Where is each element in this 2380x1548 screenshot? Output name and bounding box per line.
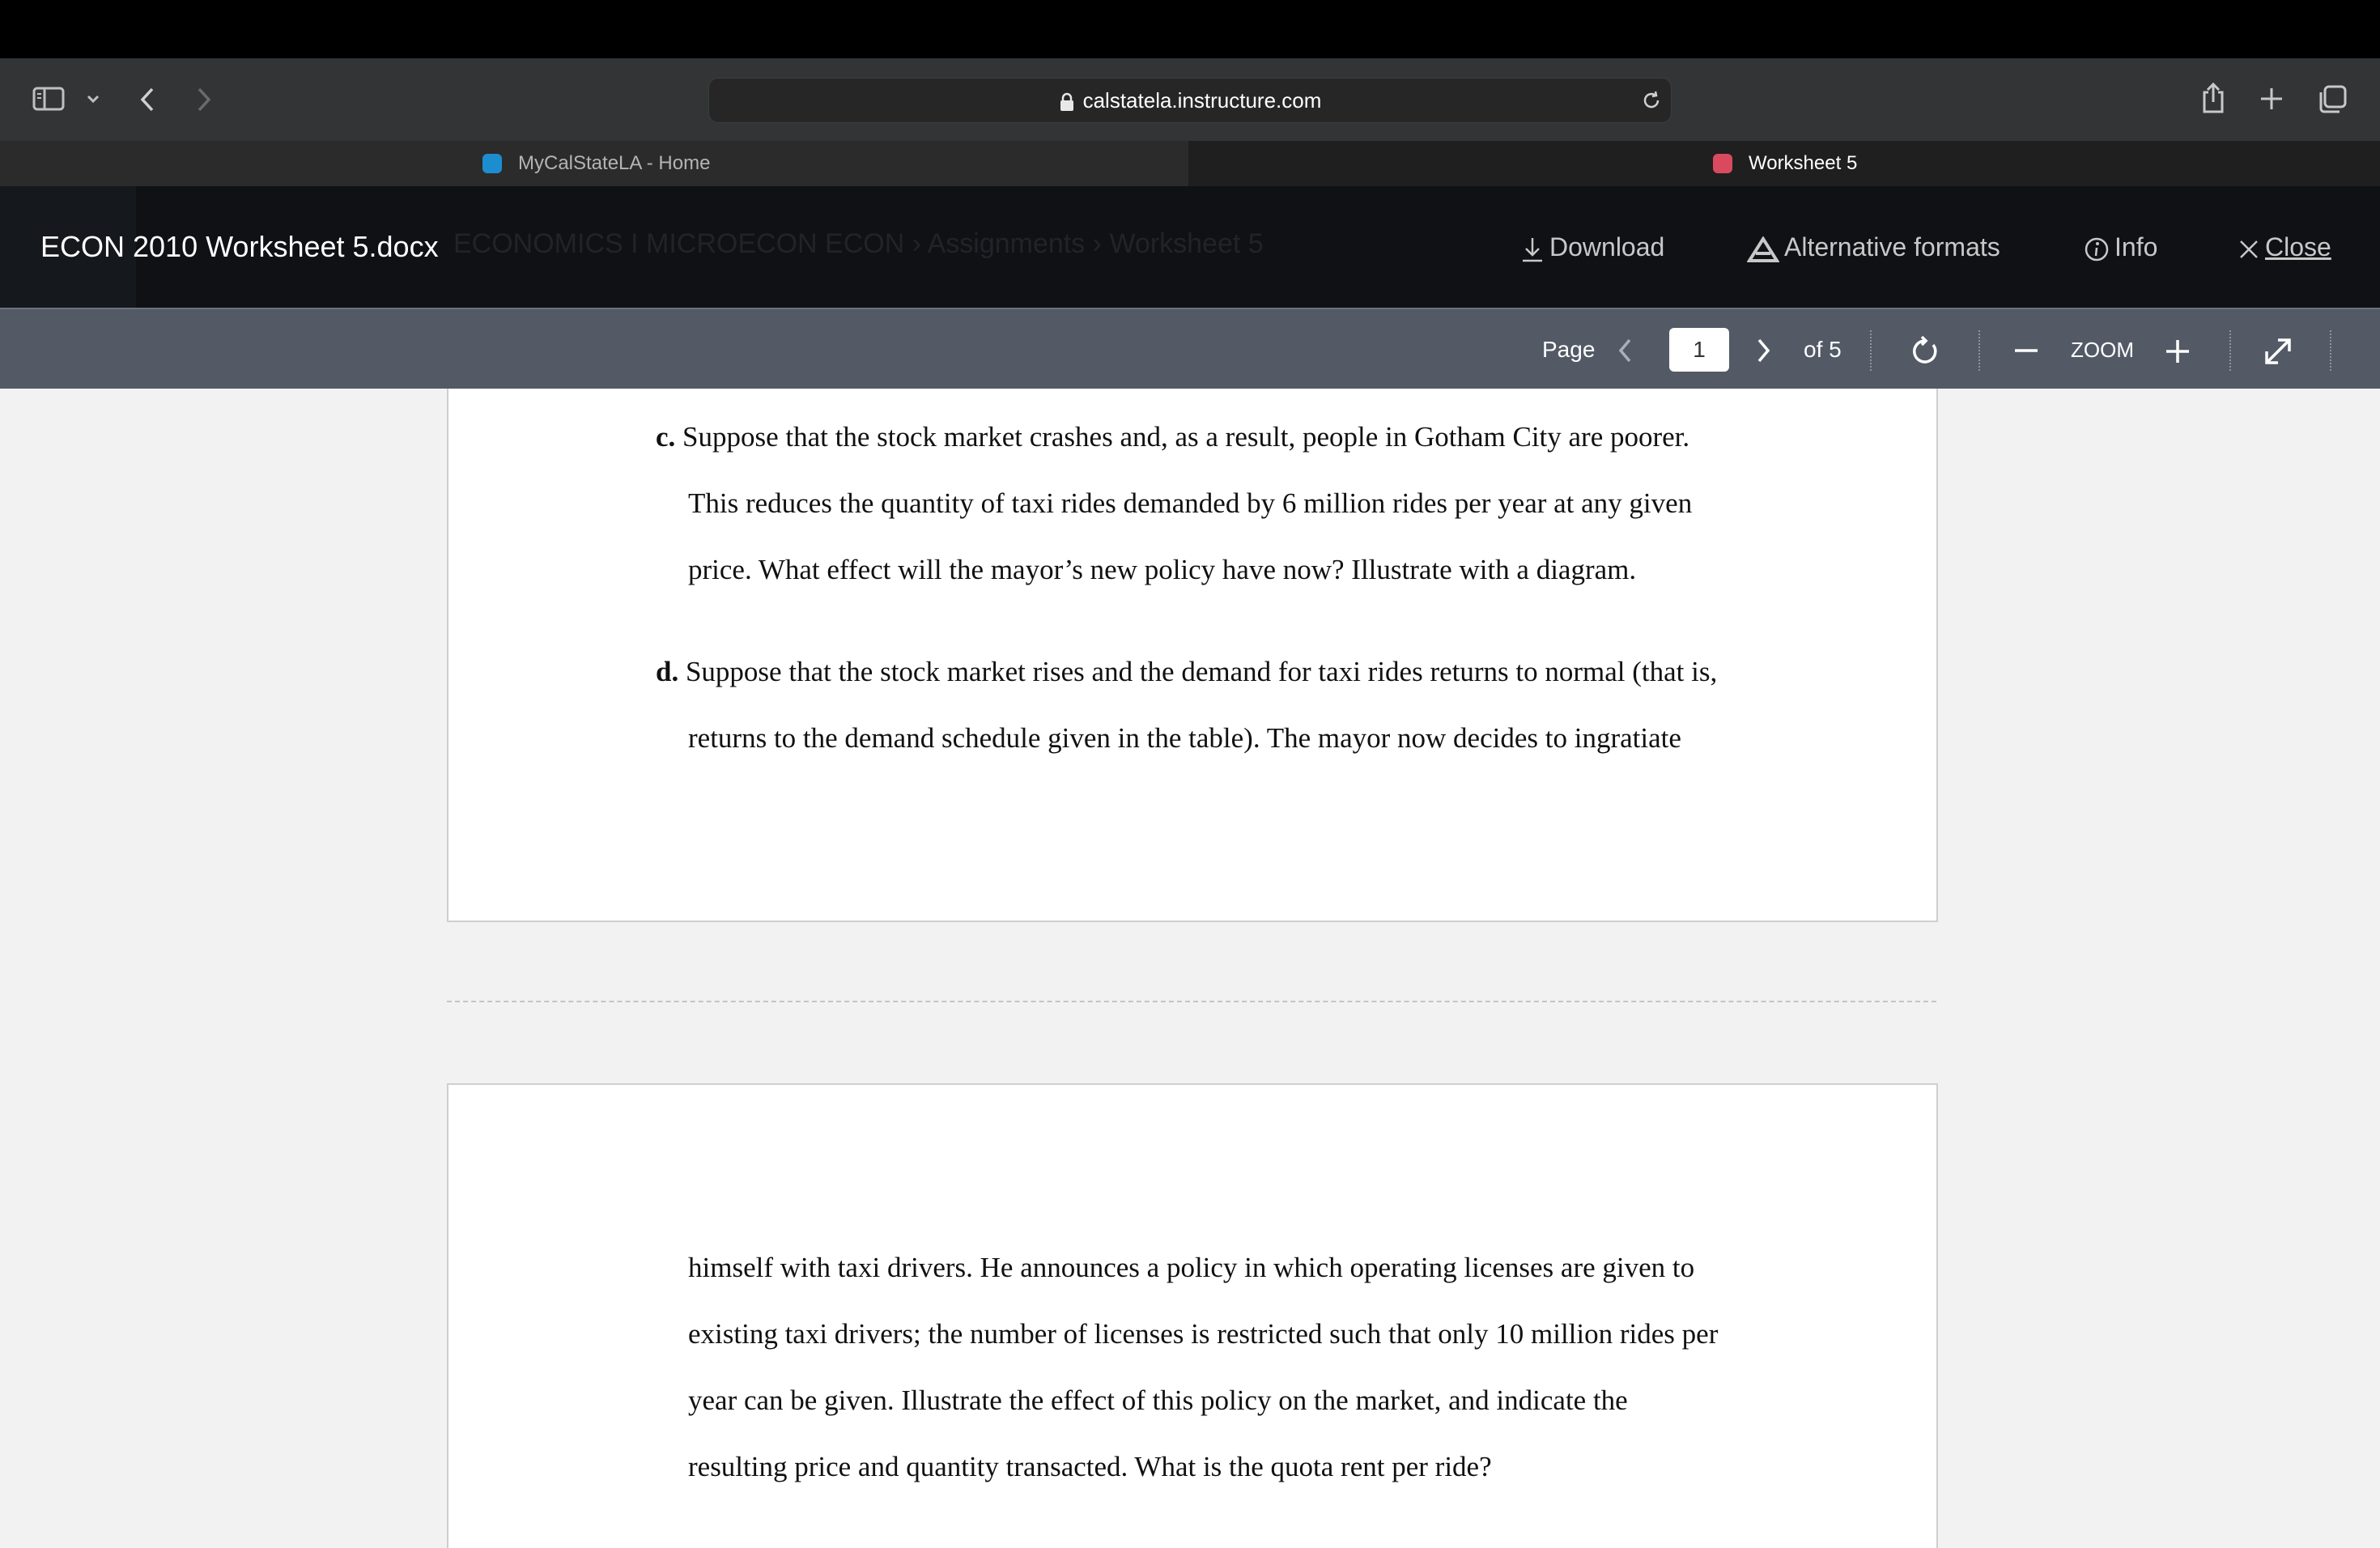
toolbar-divider xyxy=(2229,330,2231,371)
question-c-marker: c. xyxy=(656,421,676,453)
tab-overview-icon[interactable] xyxy=(2317,84,2348,115)
reload-icon[interactable] xyxy=(1640,89,1663,112)
window-top-band xyxy=(0,0,2380,58)
lock-icon xyxy=(1059,92,1075,112)
document-title: ECON 2010 Worksheet 5.docx xyxy=(40,230,439,263)
file-preview-header: ECONOMICS I MICROECON ECON › Assignments… xyxy=(0,186,2380,308)
question-d-line-5: year can be given. Illustrate the effect… xyxy=(688,1384,1628,1416)
document-page: c. Suppose that the stock market crashes… xyxy=(447,389,1938,922)
sidebar-toggle-icon[interactable] xyxy=(32,86,65,112)
download-button[interactable]: Download xyxy=(1520,186,1664,308)
address-bar[interactable]: calstatela.instructure.com xyxy=(708,78,1672,123)
question-d-line-1: d. Suppose that the stock market rises a… xyxy=(656,656,1717,688)
zoom-label: ZOOM xyxy=(2071,338,2134,362)
question-c-line-3: price. What effect will the mayor’s new … xyxy=(688,554,1637,585)
rotate-icon[interactable] xyxy=(1909,335,1941,368)
background-breadcrumb: ECONOMICS I MICROECON ECON › Assignments… xyxy=(453,228,1264,259)
alternative-formats-button[interactable]: Alternative formats xyxy=(1747,186,2000,308)
chevron-down-icon[interactable] xyxy=(86,92,100,105)
toolbar-divider xyxy=(1870,330,1872,371)
info-button[interactable]: Info xyxy=(2084,186,2157,308)
page-label: Page xyxy=(1542,337,1596,362)
tab-mycalstatela[interactable]: MyCalStateLA - Home xyxy=(0,141,1189,186)
browser-toolbar: calstatela.instructure.com xyxy=(0,58,2380,141)
preview-toolbar: Page of 5 ZOOM xyxy=(0,308,2380,390)
previous-page-icon[interactable] xyxy=(1616,337,1635,364)
close-button[interactable]: Close xyxy=(2238,186,2331,308)
share-icon[interactable] xyxy=(2200,81,2226,115)
question-c-text: Suppose that the stock market crashes an… xyxy=(682,421,1690,453)
toolbar-divider xyxy=(2330,330,2331,371)
mycalstatela-favicon-icon xyxy=(482,154,502,173)
question-c-line-2: This reduces the quantity of taxi rides … xyxy=(688,487,1693,519)
new-tab-icon[interactable] xyxy=(2259,86,2284,112)
alternative-formats-label: Alternative formats xyxy=(1784,232,2000,262)
back-icon[interactable] xyxy=(138,86,157,113)
question-d-line-4: existing taxi drivers; the number of lic… xyxy=(688,1318,1719,1350)
page-break-divider xyxy=(447,1001,1936,1002)
question-d-line-6: resulting price and quantity transacted.… xyxy=(688,1451,1492,1482)
tab-bar: MyCalStateLA - Home Worksheet 5 xyxy=(0,141,2380,186)
document-viewer[interactable]: c. Suppose that the stock market crashes… xyxy=(0,389,2380,1548)
download-label: Download xyxy=(1549,232,1665,262)
fullscreen-icon[interactable] xyxy=(2262,335,2294,368)
tab-label: MyCalStateLA - Home xyxy=(518,152,711,174)
question-d-text: Suppose that the stock market rises and … xyxy=(685,656,1718,687)
question-d-marker: d. xyxy=(656,656,679,687)
page-count: of 5 xyxy=(1804,337,1842,362)
info-label: Info xyxy=(2114,232,2158,262)
zoom-out-icon[interactable] xyxy=(2014,348,2038,353)
toolbar-divider xyxy=(1978,330,1980,371)
forward-icon[interactable] xyxy=(194,86,214,113)
zoom-in-icon[interactable] xyxy=(2165,338,2191,364)
close-label: Close xyxy=(2265,232,2331,262)
question-c-line-1: c. Suppose that the stock market crashes… xyxy=(656,421,1689,453)
tab-label: Worksheet 5 xyxy=(1749,152,1858,174)
page-number-input[interactable] xyxy=(1669,328,1729,372)
question-d-line-3: himself with taxi drivers. He announces … xyxy=(688,1252,1695,1283)
canvas-favicon-icon xyxy=(1713,154,1732,173)
address-text: calstatela.instructure.com xyxy=(1082,88,1322,113)
tab-worksheet-5[interactable]: Worksheet 5 xyxy=(1188,141,2380,186)
next-page-icon[interactable] xyxy=(1753,337,1773,364)
document-page: himself with taxi drivers. He announces … xyxy=(447,1083,1938,1548)
question-d-line-2: returns to the demand schedule given in … xyxy=(688,722,1681,754)
